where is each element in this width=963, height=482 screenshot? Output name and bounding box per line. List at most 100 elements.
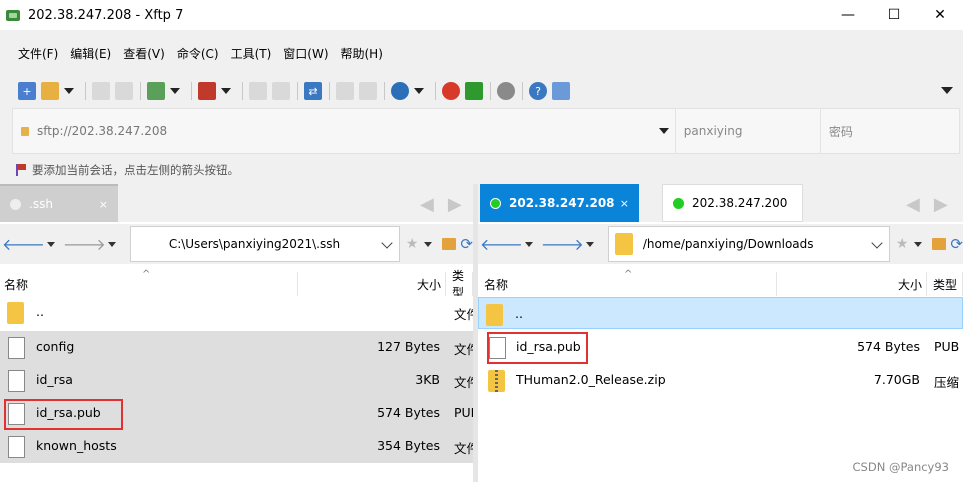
new-session-icon[interactable]: + xyxy=(18,82,36,100)
sync-arrows-icon[interactable]: ⇄ xyxy=(304,82,322,100)
col-size[interactable]: 大小 xyxy=(298,272,446,296)
link-icon[interactable] xyxy=(115,82,133,100)
local-row-parent[interactable]: .. 文件 xyxy=(0,296,473,329)
chat-icon[interactable] xyxy=(552,82,570,100)
remote-pane: 202.38.247.208 × 202.38.247.200 ◀ ▶ 🡐 🡒 … xyxy=(478,184,963,482)
local-row-config[interactable]: config 127 Bytes 文件 xyxy=(0,331,473,364)
toolbar: + ⇄ ? xyxy=(0,76,963,106)
toolbar-separator xyxy=(242,82,243,100)
tab-label: .ssh xyxy=(29,197,53,211)
remote-path-input[interactable]: /home/panxiying/Downloads xyxy=(607,226,890,262)
tab-close-icon[interactable]: × xyxy=(99,198,108,211)
tab-status-dot xyxy=(10,198,21,210)
paste-icon[interactable] xyxy=(359,82,377,100)
home-icon[interactable] xyxy=(932,238,947,250)
col-name[interactable]: 名称 ^ xyxy=(478,269,777,296)
username-field[interactable]: panxiying xyxy=(674,109,820,153)
back-arrow-icon[interactable]: 🡐 xyxy=(480,234,523,254)
menu-command[interactable]: 命令(C) xyxy=(171,45,225,62)
forward-arrow-icon[interactable]: 🡒 xyxy=(541,234,584,254)
refresh-icon[interactable]: ⟳ xyxy=(950,235,963,253)
remote-row-parent[interactable]: .. xyxy=(478,297,963,329)
xftp-icon[interactable] xyxy=(465,82,483,100)
tab-next-icon[interactable]: ▶ xyxy=(448,194,462,215)
address-dropdown-icon[interactable] xyxy=(658,128,669,134)
folder-icon xyxy=(486,304,503,326)
menu-view[interactable]: 查看(V) xyxy=(117,45,171,62)
col-type[interactable]: 类型 xyxy=(446,269,473,300)
local-row-known-hosts[interactable]: known_hosts 354 Bytes 文件 xyxy=(0,430,473,463)
tab-prev-icon[interactable]: ◀ xyxy=(906,194,920,215)
local-path-tools: ★ ⟳ xyxy=(406,235,473,253)
local-row-id-rsa[interactable]: id_rsa 3KB 文件 xyxy=(0,364,473,397)
close-button[interactable]: ✕ xyxy=(917,0,963,30)
refresh-icon[interactable]: ⟳ xyxy=(460,235,473,253)
xshell-icon[interactable] xyxy=(442,82,460,100)
tab-ssh[interactable]: .ssh × xyxy=(0,184,118,222)
col-name[interactable]: 名称 ^ xyxy=(0,269,298,296)
col-type-label: 类型 xyxy=(933,277,958,292)
copy-icon[interactable] xyxy=(336,82,354,100)
col-size[interactable]: 大小 xyxy=(777,272,927,296)
lock-icon xyxy=(21,126,29,136)
file-size: 3KB xyxy=(415,372,440,387)
back-dropdown-icon[interactable] xyxy=(524,241,533,247)
back-dropdown-icon[interactable] xyxy=(46,241,55,247)
back-arrow-icon[interactable]: 🡐 xyxy=(2,234,45,254)
menu-edit[interactable]: 编辑(E) xyxy=(64,45,117,62)
file-size: 574 Bytes xyxy=(377,405,440,420)
col-name-label: 名称 xyxy=(4,277,29,292)
document-icon[interactable] xyxy=(249,82,267,100)
address-input[interactable]: sftp://202.38.247.208 xyxy=(37,124,659,138)
tab-session-208[interactable]: 202.38.247.208 × xyxy=(480,184,639,222)
toolbar-separator xyxy=(522,82,523,100)
menu-help[interactable]: 帮助(H) xyxy=(335,45,389,62)
maximize-button[interactable]: ☐ xyxy=(871,0,917,30)
globe-dropdown-icon[interactable] xyxy=(414,88,424,94)
menu-window[interactable]: 窗口(W) xyxy=(277,45,334,62)
file-size: 127 Bytes xyxy=(377,339,440,354)
file-name: known_hosts xyxy=(36,438,117,453)
forward-arrow-icon[interactable]: 🡒 xyxy=(63,234,106,254)
local-path-input[interactable]: C:\Users\panxiying2021\.ssh xyxy=(129,226,400,262)
open-folder-icon[interactable] xyxy=(41,82,59,100)
tab-prev-icon[interactable]: ◀ xyxy=(420,194,434,215)
transfer-dropdown-icon[interactable] xyxy=(221,88,231,94)
menu-tools[interactable]: 工具(T) xyxy=(225,45,278,62)
remote-row-thuman-zip[interactable]: THuman2.0_Release.zip 7.70GB 压缩 xyxy=(478,364,963,397)
file-icon xyxy=(8,370,25,392)
tab-session-200[interactable]: 202.38.247.200 xyxy=(662,184,803,222)
document-copy-icon[interactable] xyxy=(272,82,290,100)
forward-dropdown-icon[interactable] xyxy=(107,241,116,247)
globe-icon[interactable] xyxy=(391,82,409,100)
tab-close-icon[interactable]: × xyxy=(620,197,629,210)
forward-dropdown-icon[interactable] xyxy=(585,241,594,247)
file-size: 354 Bytes xyxy=(377,438,440,453)
transfer-icon[interactable] xyxy=(198,82,216,100)
bookmark-dropdown-icon[interactable] xyxy=(424,241,433,247)
menu-file[interactable]: 文件(F) xyxy=(12,45,64,62)
folder-icon xyxy=(7,302,24,324)
gear-icon[interactable] xyxy=(497,82,515,100)
disconnect-icon[interactable] xyxy=(92,82,110,100)
sort-up-icon: ^ xyxy=(142,269,151,280)
chevron-down-icon[interactable] xyxy=(381,237,393,249)
new-window-icon[interactable] xyxy=(147,82,165,100)
chevron-down-icon[interactable] xyxy=(871,237,883,249)
highlight-box-remote xyxy=(487,332,588,364)
tab-next-icon[interactable]: ▶ xyxy=(934,194,948,215)
password-field[interactable]: 密码 xyxy=(819,109,959,153)
col-type[interactable]: 类型 xyxy=(927,272,963,296)
minimize-button[interactable]: — xyxy=(825,0,871,30)
new-window-dropdown-icon[interactable] xyxy=(170,88,180,94)
bookmark-dropdown-icon[interactable] xyxy=(914,241,923,247)
remote-tab-strip: 202.38.247.208 × 202.38.247.200 ◀ ▶ xyxy=(478,184,963,222)
window-title: 202.38.247.208 - Xftp 7 xyxy=(28,7,184,23)
bookmark-star-icon[interactable]: ★ xyxy=(406,236,419,252)
toolbar-overflow-icon[interactable] xyxy=(941,87,953,94)
bookmark-star-icon[interactable]: ★ xyxy=(896,236,909,252)
folder-icon xyxy=(614,233,633,255)
open-dropdown-icon[interactable] xyxy=(64,88,74,94)
help-icon[interactable]: ? xyxy=(529,82,547,100)
home-icon[interactable] xyxy=(442,238,457,250)
